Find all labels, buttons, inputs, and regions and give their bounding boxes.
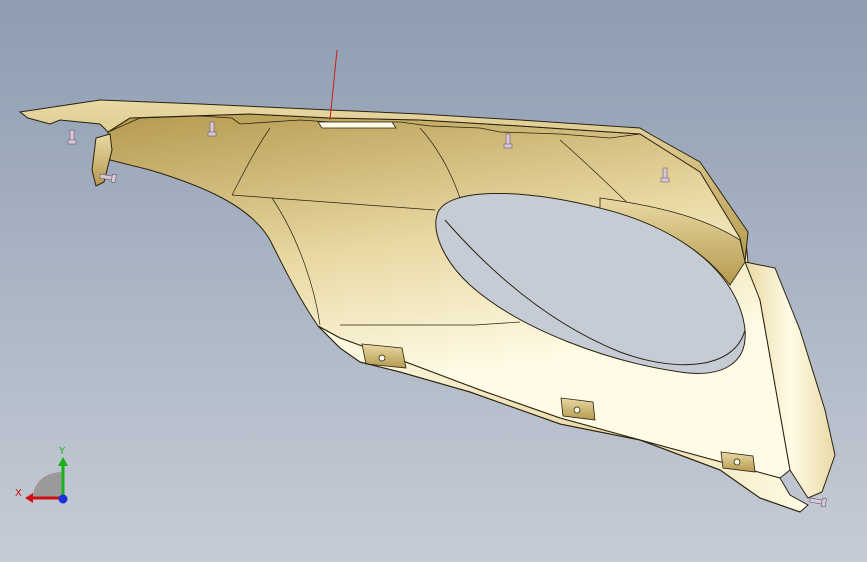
orientation-triad: X Y	[15, 446, 68, 504]
cad-viewport[interactable]: X Y	[0, 0, 867, 562]
triad-x-label: X	[15, 488, 22, 499]
triad-y-label: Y	[58, 446, 66, 457]
triad-base-icon	[33, 472, 62, 498]
z-axis-icon	[58, 494, 68, 504]
